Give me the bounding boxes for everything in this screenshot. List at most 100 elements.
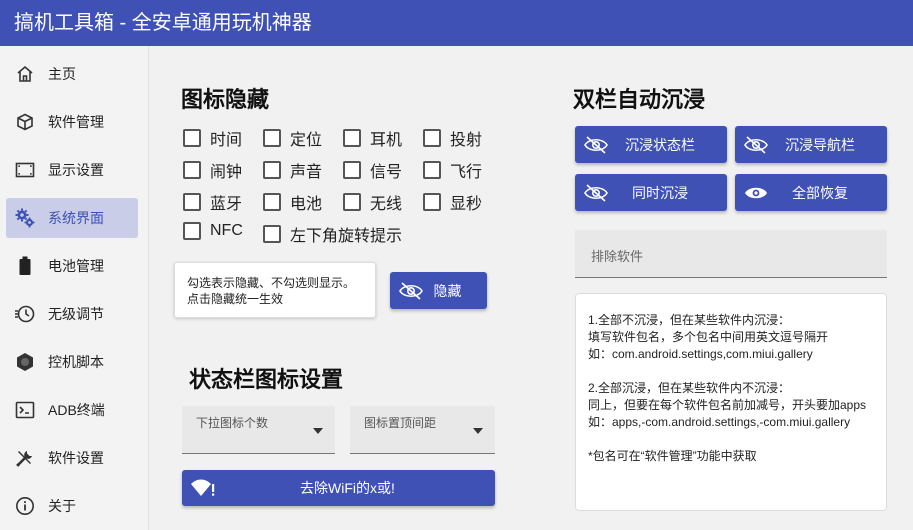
checkbox-wireless[interactable]: 无线 xyxy=(343,190,402,214)
sidebar-item-apps[interactable]: 软件管理 xyxy=(6,102,138,142)
checkbox-box[interactable] xyxy=(423,161,441,179)
remove-wifi-mark-button[interactable]: 去除WiFi的x或! xyxy=(182,470,495,506)
dropdown-arrow-icon xyxy=(313,428,323,434)
checkbox-show-seconds[interactable]: 显秒 xyxy=(423,190,482,214)
eye-icon xyxy=(743,183,769,203)
sidebar-item-home[interactable]: 主页 xyxy=(6,54,138,94)
note-line: 2.全部沉浸，但在某些软件内不沉浸： xyxy=(588,381,791,395)
wifi-alert-icon xyxy=(190,478,216,498)
app-title-bar: 搞机工具箱 - 全安卓通用玩机神器 xyxy=(0,0,913,46)
checkbox-bluetooth[interactable]: 蓝牙 xyxy=(183,190,242,214)
checkbox-label: 信号 xyxy=(370,164,403,181)
checkbox-label: 闹钟 xyxy=(210,164,243,181)
checkbox-box[interactable] xyxy=(343,193,361,211)
info-icon xyxy=(14,495,36,517)
eye-off-icon xyxy=(583,183,609,203)
sidebar-item-about[interactable]: 关于 xyxy=(6,486,138,526)
checkbox-sound[interactable]: 声音 xyxy=(263,158,322,182)
checkbox-box[interactable] xyxy=(263,225,281,243)
battery-icon xyxy=(14,255,36,277)
restore-all-button[interactable]: 全部恢复 xyxy=(735,174,887,211)
gears-icon xyxy=(14,207,36,229)
checkbox-label: 投射 xyxy=(450,132,483,149)
checkbox-box[interactable] xyxy=(263,193,281,211)
checkbox-label: 无线 xyxy=(370,196,403,213)
checkbox-label: NFC xyxy=(210,222,243,239)
note-line: 同上，但要在每个软件包名前加减号，开头要加apps xyxy=(588,398,867,412)
sidebar-item-label: 软件管理 xyxy=(48,114,104,130)
checkbox-headset[interactable]: 耳机 xyxy=(343,126,402,150)
note-line: 填写软件包名，多个包名中间用英文逗号隔开 xyxy=(588,330,829,344)
sidebar-item-battery[interactable]: 电池管理 xyxy=(6,246,138,286)
tools-icon xyxy=(14,447,36,469)
sidebar-item-system-ui[interactable]: 系统界面 xyxy=(6,198,138,238)
sidebar-item-adb[interactable]: ADB终端 xyxy=(6,390,138,430)
immersive-title: 双栏自动沉浸 xyxy=(573,87,706,112)
immersive-navbar-button[interactable]: 沉浸导航栏 xyxy=(735,126,887,163)
checkbox-box[interactable] xyxy=(263,161,281,179)
hide-tip-box: 勾选表示隐藏、不勾选则显示。 点击隐藏统一生效 xyxy=(174,262,376,318)
checkbox-nfc[interactable]: NFC xyxy=(183,222,243,240)
home-icon xyxy=(14,63,36,85)
checkbox-box[interactable] xyxy=(423,193,441,211)
sidebar-item-label: 软件设置 xyxy=(48,450,104,466)
pulldown-icon-count-select[interactable]: 下拉图标个数 xyxy=(182,406,335,454)
sidebar: 主页 软件管理 显示设置 系统界面 电池管理 无级调节 控机脚本 ADB终端 软… xyxy=(0,46,149,530)
tip-line: 点击隐藏统一生效 xyxy=(187,292,284,306)
sidebar-item-label: 无级调节 xyxy=(48,306,104,322)
hide-button[interactable]: 隐藏 xyxy=(390,272,487,309)
checkbox-box[interactable] xyxy=(183,129,201,147)
select-label: 下拉图标个数 xyxy=(196,416,269,430)
checkbox-airplane[interactable]: 飞行 xyxy=(423,158,482,182)
checkbox-rotation-hint[interactable]: 左下角旋转提示 xyxy=(263,222,402,246)
immersive-notes: 1.全部不沉浸，但在某些软件内沉浸： 填写软件包名，多个包名中间用英文逗号隔开 … xyxy=(575,293,887,511)
checkbox-box[interactable] xyxy=(263,129,281,147)
dropdown-arrow-icon xyxy=(473,428,483,434)
checkbox-box[interactable] xyxy=(183,193,201,211)
sidebar-item-label: 电池管理 xyxy=(48,258,104,274)
remove-wifi-button-label: 去除WiFi的x或! xyxy=(300,480,395,496)
sidebar-item-label: 显示设置 xyxy=(48,162,104,178)
tip-line: 勾选表示隐藏、不勾选则显示。 xyxy=(187,276,356,290)
checkbox-cast[interactable]: 投射 xyxy=(423,126,482,150)
main-content: 图标隐藏 时间 定位 耳机 投射 闹钟 声音 信号 飞行 蓝牙 电池 无线 显秒… xyxy=(150,46,913,530)
checkbox-location[interactable]: 定位 xyxy=(263,126,322,150)
immersive-both-button[interactable]: 同时沉浸 xyxy=(575,174,727,211)
select-label: 图标置顶间距 xyxy=(364,416,437,430)
checkbox-box[interactable] xyxy=(183,161,201,179)
sidebar-item-label: 关于 xyxy=(48,498,76,514)
eye-off-icon xyxy=(583,135,609,155)
checkbox-alarm[interactable]: 闹钟 xyxy=(183,158,242,182)
icon-top-spacing-select[interactable]: 图标置顶间距 xyxy=(350,406,495,454)
checkbox-box[interactable] xyxy=(423,129,441,147)
immersive-statusbar-button[interactable]: 沉浸状态栏 xyxy=(575,126,727,163)
sidebar-item-label: 系统界面 xyxy=(48,210,104,226)
sidebar-item-display[interactable]: 显示设置 xyxy=(6,150,138,190)
checkbox-box[interactable] xyxy=(343,161,361,179)
statusbar-title: 状态栏图标设置 xyxy=(189,367,344,392)
sidebar-item-label: 控机脚本 xyxy=(48,354,104,370)
checkbox-battery[interactable]: 电池 xyxy=(263,190,322,214)
screen-icon xyxy=(14,159,36,181)
exclude-apps-input[interactable]: 排除软件 xyxy=(575,230,887,278)
checkbox-signal[interactable]: 信号 xyxy=(343,158,402,182)
checkbox-label: 左下角旋转提示 xyxy=(290,228,403,245)
sidebar-item-stepless[interactable]: 无级调节 xyxy=(6,294,138,334)
note-line: 如：com.android.settings,com.miui.gallery xyxy=(588,347,813,361)
note-line: 1.全部不沉浸，但在某些软件内沉浸： xyxy=(588,313,791,327)
checkbox-label: 时间 xyxy=(210,132,243,149)
note-line: 如：apps,-com.android.settings,-com.miui.g… xyxy=(588,415,851,429)
timer-icon xyxy=(14,303,36,325)
checkbox-box[interactable] xyxy=(343,129,361,147)
checkbox-box[interactable] xyxy=(183,222,201,240)
exclude-apps-placeholder: 排除软件 xyxy=(591,249,644,264)
checkbox-label: 声音 xyxy=(290,164,323,181)
sidebar-item-label: 主页 xyxy=(48,66,76,82)
sidebar-item-script[interactable]: 控机脚本 xyxy=(6,342,138,382)
checkbox-label: 电池 xyxy=(290,196,323,213)
sidebar-item-settings[interactable]: 软件设置 xyxy=(6,438,138,478)
checkbox-time[interactable]: 时间 xyxy=(183,126,242,150)
checkbox-label: 飞行 xyxy=(450,164,483,181)
app-title: 搞机工具箱 - 全安卓通用玩机神器 xyxy=(14,12,312,34)
cube-icon xyxy=(14,111,36,133)
